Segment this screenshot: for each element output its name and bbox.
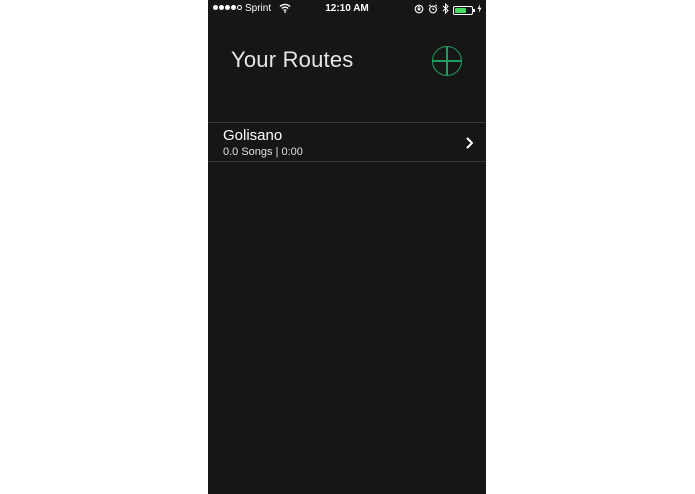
page-title: Your Routes [231,47,354,72]
bluetooth-icon [442,2,449,17]
route-meta: 0.0 Songs | 0:00 [223,146,303,158]
battery-icon [453,5,475,15]
charging-icon [477,4,482,16]
route-list: Golisano 0.0 Songs | 0:00 [208,122,486,162]
app-screen: Sprint 12:10 AM Your Routes Golisano 0.0… [208,0,486,494]
route-name: Golisano [223,127,283,144]
add-route-button[interactable] [432,46,462,76]
list-item[interactable]: Golisano 0.0 Songs | 0:00 [208,123,486,162]
battery-level [455,7,467,13]
alarm-icon [428,3,438,17]
status-bar: Sprint 12:10 AM [208,0,486,18]
chevron-right-icon [466,136,474,154]
rotation-lock-icon [414,4,424,17]
